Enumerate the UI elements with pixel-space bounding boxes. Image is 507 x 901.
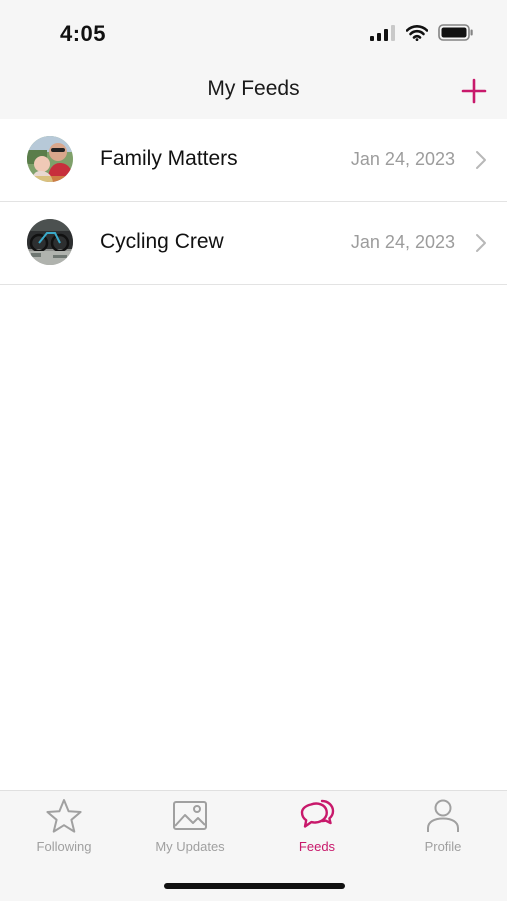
navigation-bar: My Feeds <box>0 68 507 119</box>
chat-bubbles-icon <box>300 799 335 828</box>
person-icon <box>427 799 459 832</box>
feed-date: Jan 24, 2023 <box>350 149 455 169</box>
feed-date: Jan 24, 2023 <box>350 232 455 252</box>
list-item[interactable]: Family Matters Jan 24, 2023 <box>0 119 507 202</box>
tab-label: My Updates <box>155 839 225 854</box>
tab-label: Feeds <box>298 839 336 854</box>
image-icon <box>173 801 207 830</box>
cycling-photo-avatar <box>27 219 73 265</box>
page-title: My Feeds <box>207 77 300 100</box>
list-item[interactable]: Cycling Crew Jan 24, 2023 <box>0 202 507 285</box>
feed-list: Family Matters Jan 24, 2023 Cycling Crew… <box>0 119 507 285</box>
tab-label: Following <box>36 839 92 854</box>
tab-label: Profile <box>424 839 462 854</box>
tab-following[interactable]: Following <box>1 797 127 859</box>
feed-name: Cycling Crew <box>100 230 224 253</box>
home-indicator[interactable] <box>164 883 345 889</box>
add-feed-button[interactable] <box>461 78 487 104</box>
tab-profile[interactable]: Profile <box>380 797 506 859</box>
tab-feeds[interactable]: Feeds <box>254 797 380 859</box>
feed-name: Family Matters <box>100 147 238 170</box>
avatar <box>27 219 73 265</box>
wifi-icon <box>406 24 428 41</box>
star-icon <box>46 799 82 833</box>
cellular-signal-icon <box>370 24 395 41</box>
battery-icon <box>438 24 473 41</box>
chevron-right-icon <box>476 151 486 169</box>
chevron-right-icon <box>476 234 486 252</box>
plus-icon <box>461 78 487 104</box>
avatar <box>27 136 73 182</box>
tab-my-updates[interactable]: My Updates <box>127 797 253 859</box>
status-time: 4:05 <box>60 21 107 46</box>
family-photo-avatar <box>27 136 73 182</box>
status-bar: 4:05 <box>0 0 507 68</box>
status-icons <box>370 24 474 41</box>
